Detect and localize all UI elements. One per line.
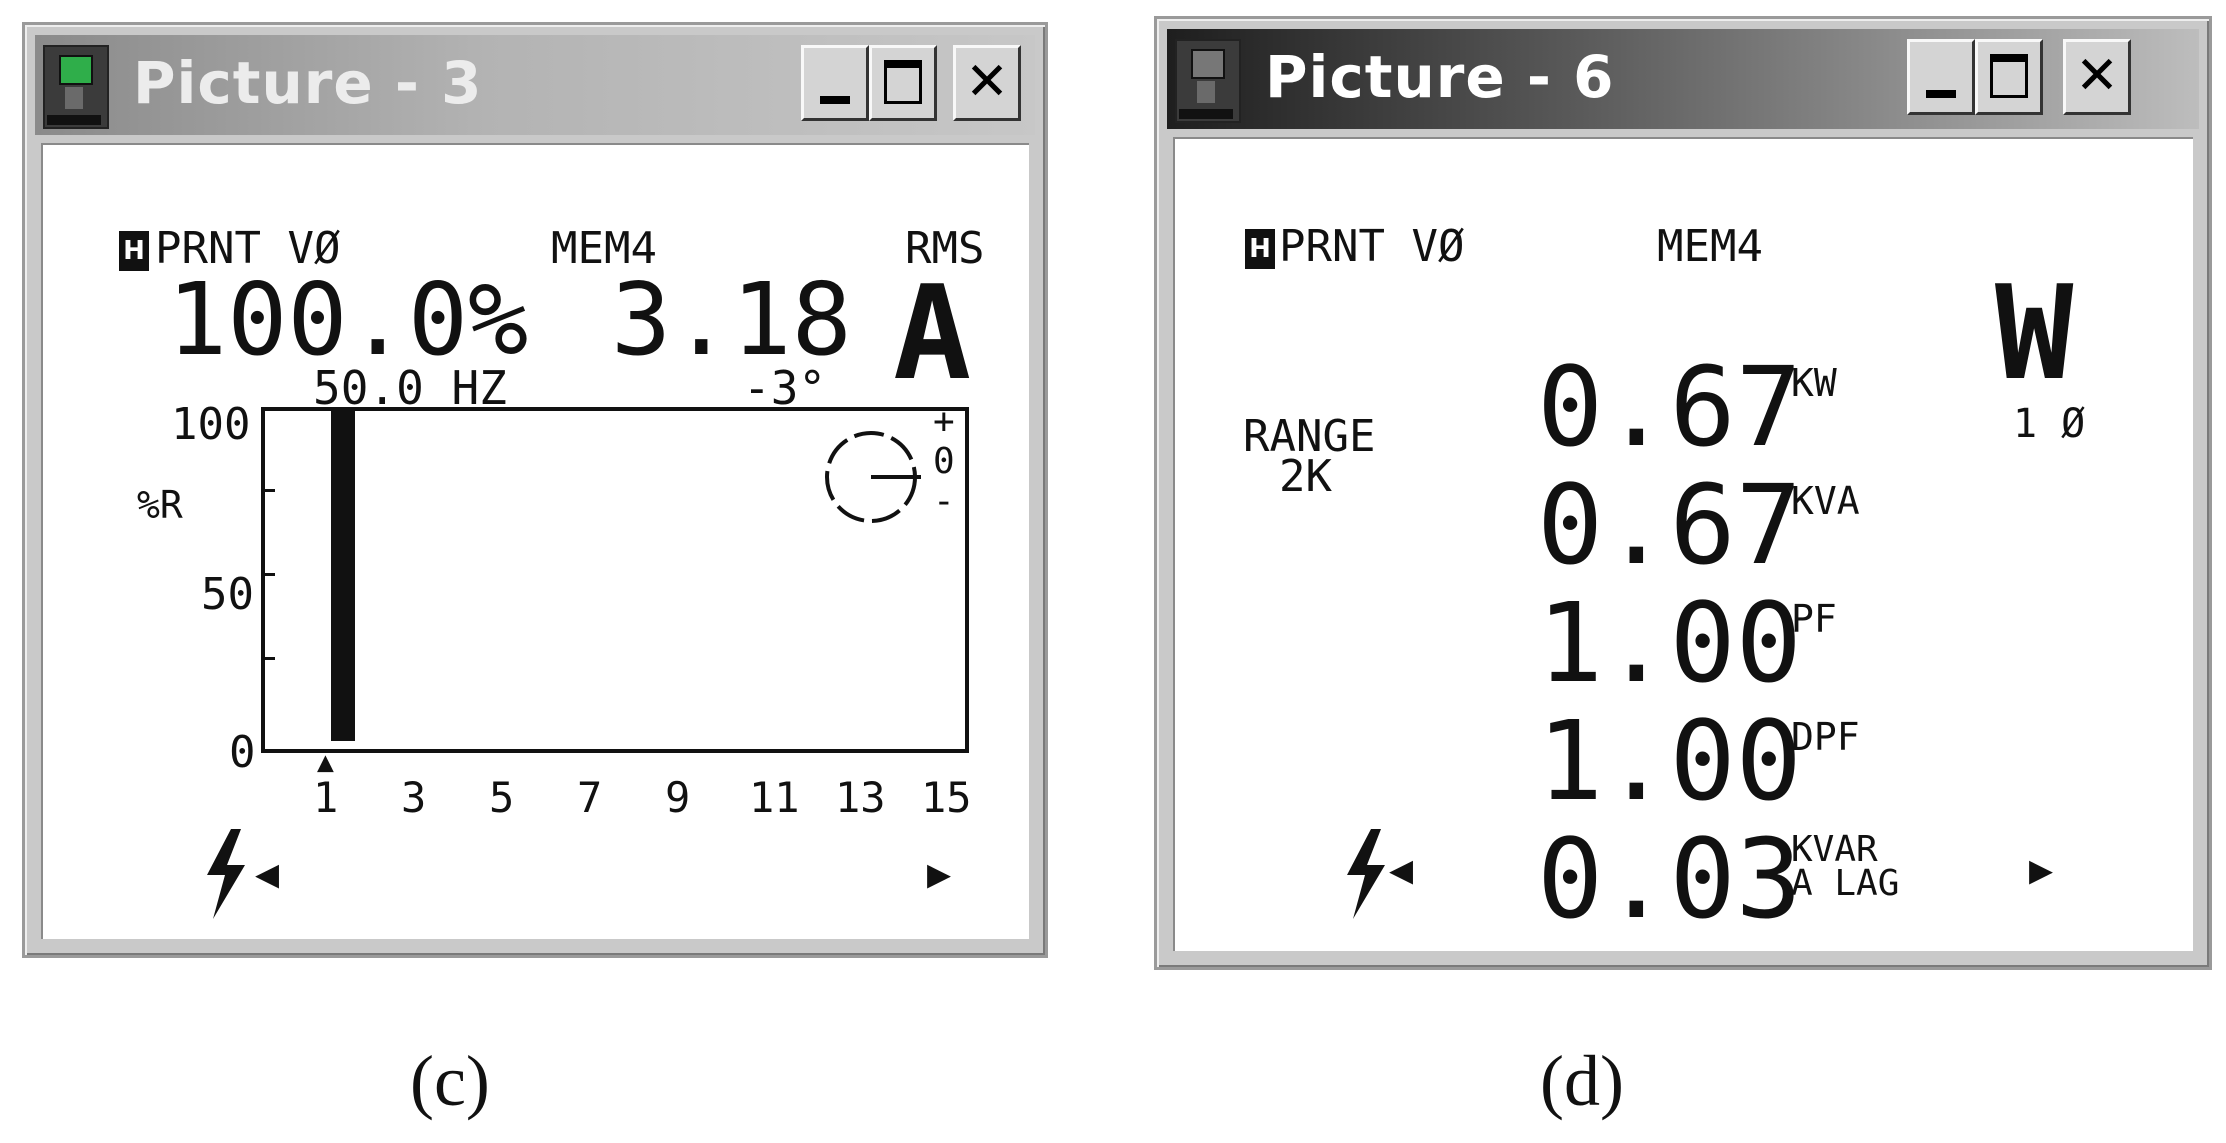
memory-label: MEM4 <box>1657 221 1763 272</box>
reading-value: 0.67 <box>1537 461 1802 589</box>
window-picture-6: Picture - 6 ✕ H PRNT VØ MEM4 W 1 Ø RANGE… <box>1154 16 2212 970</box>
caption-d: (d) <box>1540 1040 1624 1123</box>
x-tick-label: 11 <box>749 773 800 822</box>
arrow-right-icon[interactable]: ▶ <box>927 851 951 897</box>
phase-count-label: 1 Ø <box>2013 401 2086 447</box>
x-tick-row: 1 3 5 7 9 11 13 15 <box>313 773 1013 833</box>
x-tick-label: 15 <box>921 773 972 822</box>
reading-value: 0.67 <box>1537 343 1802 471</box>
phasor-icon <box>825 431 921 523</box>
y-tick-mark <box>261 657 275 660</box>
y-axis-label: %R <box>137 483 183 527</box>
caption-c: (c) <box>410 1040 490 1123</box>
maximize-button[interactable] <box>869 45 937 121</box>
harmonic-bar-plot: + 0 - <box>261 401 969 753</box>
arrow-right-icon[interactable]: ▶ <box>2029 847 2053 893</box>
arrow-left-icon[interactable]: ◀ <box>255 851 279 897</box>
hold-icon: H <box>119 231 149 271</box>
phase-plus-label: + <box>933 401 955 442</box>
reading-value: 0.03 <box>1537 815 1802 943</box>
reading-unit: KW <box>1791 361 1837 405</box>
y-tick-mark <box>261 489 275 492</box>
reading-value: 1.00 <box>1537 579 1802 707</box>
hold-icon: H <box>1245 229 1275 269</box>
phase-zero-label: 0 <box>933 441 955 482</box>
minimize-icon <box>820 96 850 104</box>
meter-display: H PRNT VØ MEM4 W 1 Ø RANGE 2K 0.67 KW 0.… <box>1173 137 2193 951</box>
caption-c-text: (c) <box>410 1041 490 1121</box>
window-title: Picture - 3 <box>133 49 483 117</box>
title-bar[interactable]: Picture - 3 ✕ <box>35 35 1035 135</box>
close-icon: ✕ <box>965 52 1009 112</box>
close-button[interactable]: ✕ <box>2063 39 2131 115</box>
y-tick-mark <box>261 573 275 576</box>
minimize-icon <box>1926 90 1956 98</box>
reading-unit: DPF <box>1791 715 1860 759</box>
watt-unit: W <box>1995 257 2074 409</box>
y-tick-label: 50 <box>201 569 254 620</box>
caption-d-text: (d) <box>1540 1041 1624 1121</box>
app-monitor-icon[interactable] <box>1175 39 1241 123</box>
lightning-icon <box>1347 829 1385 919</box>
reading-unit: KVA <box>1791 479 1860 523</box>
window-title: Picture - 6 <box>1265 43 1615 111</box>
print-phase-label: PRNT VØ <box>1279 221 1465 272</box>
window-picture-3: Picture - 3 ✕ H PRNT VØ MEM4 RMS 100.0% … <box>22 22 1048 958</box>
reading-value: 1.00 <box>1537 697 1802 825</box>
close-button[interactable]: ✕ <box>953 45 1021 121</box>
x-tick-label: 1 <box>313 773 339 822</box>
minimize-button[interactable] <box>801 45 869 121</box>
maximize-icon <box>1990 54 2028 98</box>
current-unit: A <box>893 257 972 409</box>
range-value: 2K <box>1279 451 1332 502</box>
maximize-icon <box>884 60 922 104</box>
title-bar[interactable]: Picture - 6 ✕ <box>1167 29 2199 129</box>
x-tick-label: 7 <box>577 773 603 822</box>
y-tick-label: 0 <box>229 727 256 778</box>
meter-display: H PRNT VØ MEM4 RMS 100.0% 3.18 A 50.0 HZ… <box>41 143 1029 939</box>
x-tick-label: 3 <box>401 773 427 822</box>
minimize-button[interactable] <box>1907 39 1975 115</box>
maximize-button[interactable] <box>1975 39 2043 115</box>
x-tick-label: 13 <box>835 773 886 822</box>
lightning-icon <box>207 829 245 919</box>
x-tick-label: 9 <box>665 773 691 822</box>
reading-unit: PF <box>1791 597 1837 641</box>
close-icon: ✕ <box>2075 46 2119 106</box>
arrow-left-icon[interactable]: ◀ <box>1389 847 1413 893</box>
app-monitor-icon[interactable] <box>43 45 109 129</box>
x-tick-label: 5 <box>489 773 515 822</box>
y-tick-label: 100 <box>171 399 251 450</box>
phase-minus-label: - <box>933 481 955 522</box>
reading-unit-secondary: A LAG <box>1791 863 1900 904</box>
harmonic-bar <box>331 411 355 741</box>
